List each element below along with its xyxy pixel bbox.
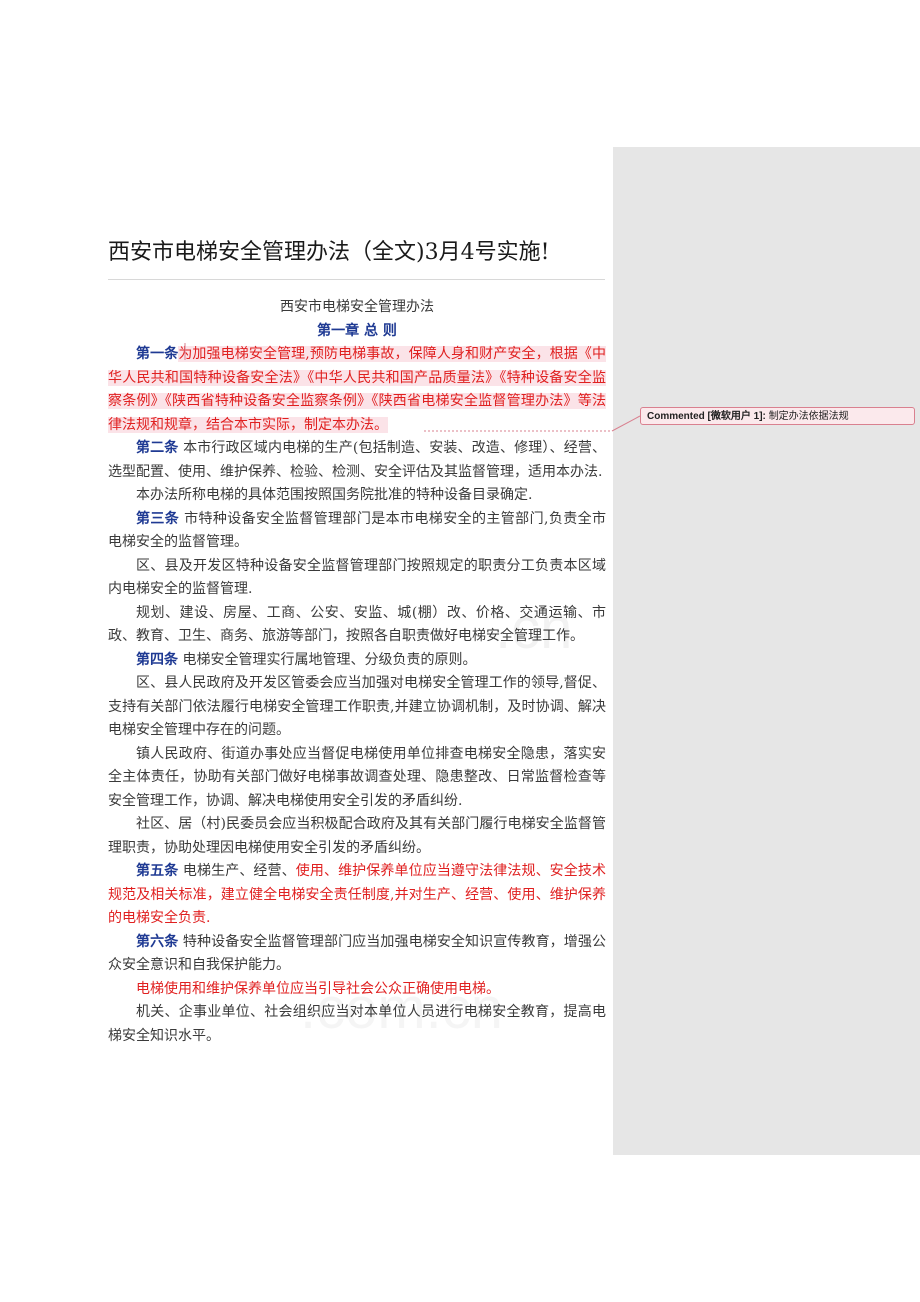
comment-text: 制定办法依据法规 (768, 411, 849, 422)
comment-connector (184, 343, 641, 432)
watermark: .cn (495, 596, 573, 661)
watermark: .com.cn (300, 975, 503, 1042)
comment-balloon[interactable]: Commented [微软用户 1]: 制定办法依据法规 (640, 407, 915, 425)
comment-author: Commented [微软用户 1]: (647, 411, 766, 422)
